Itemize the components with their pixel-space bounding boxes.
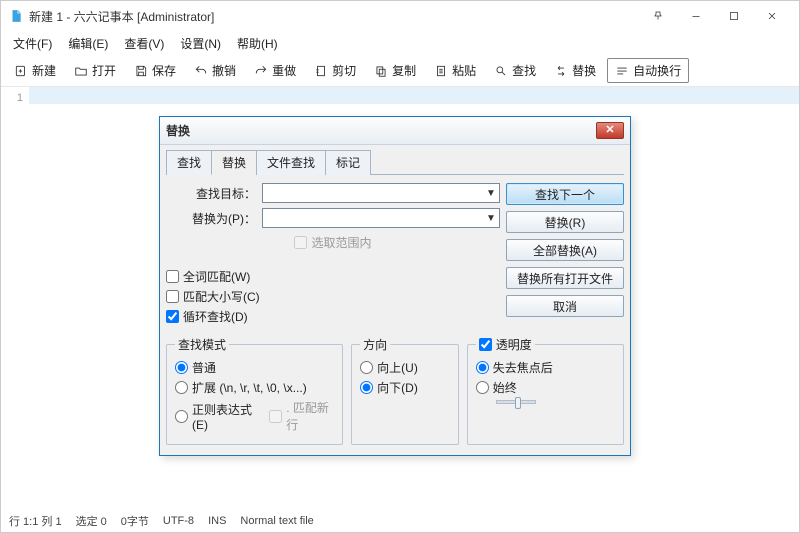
- new-button[interactable]: 新建: [7, 59, 63, 82]
- line-gutter: 1: [1, 87, 29, 512]
- find-next-button[interactable]: 查找下一个: [506, 183, 624, 205]
- match-newline-checkbox: . 匹配新行: [269, 399, 334, 433]
- in-selection-checkbox: 选取范围内: [294, 234, 371, 251]
- transparency-slider[interactable]: [496, 400, 536, 404]
- undo-button[interactable]: 撤销: [187, 59, 243, 82]
- dir-up-radio[interactable]: 向上(U): [360, 359, 450, 376]
- close-button[interactable]: [753, 3, 791, 29]
- cut-button[interactable]: 剪切: [307, 59, 363, 82]
- mode-extended-radio[interactable]: 扩展 (\n, \r, \t, \0, \x...): [175, 379, 334, 396]
- menu-view[interactable]: 查看(V): [116, 33, 172, 54]
- status-insert-mode: INS: [208, 515, 226, 527]
- find-label: 查找: [512, 62, 536, 79]
- titlebar: 新建 1 - 六六记事本 [Administrator]: [1, 1, 799, 31]
- status-position: 行 1:1 列 1: [9, 513, 62, 529]
- dialog-close-button[interactable]: ✕: [596, 122, 624, 139]
- dialog-title: 替换: [166, 122, 190, 139]
- maximize-button[interactable]: [715, 3, 753, 29]
- statusbar: 行 1:1 列 1 选定 0 0字节 UTF-8 INS Normal text…: [1, 510, 799, 532]
- replace-one-button[interactable]: 替换(R): [506, 211, 624, 233]
- replace-dialog: 替换 ✕ 查找 替换 文件查找 标记 查找目标： ▼ 替换为(P)： ▼ 选取范…: [159, 116, 631, 456]
- document-icon: [9, 9, 23, 23]
- tab-replace[interactable]: 替换: [211, 150, 257, 175]
- window-title: 新建 1 - 六六记事本 [Administrator]: [29, 8, 214, 25]
- dialog-titlebar[interactable]: 替换 ✕: [160, 117, 630, 145]
- paste-button[interactable]: 粘贴: [427, 59, 483, 82]
- undo-label: 撤销: [212, 62, 236, 79]
- toolbar: 新建 打开 保存 撤销 重做 剪切 复制 粘贴 查找 替换 自动换行: [1, 55, 799, 87]
- dir-down-radio[interactable]: 向下(D): [360, 379, 450, 396]
- mode-regex-radio[interactable]: 正则表达式(E): [175, 399, 259, 433]
- tab-find[interactable]: 查找: [166, 150, 212, 175]
- open-button[interactable]: 打开: [67, 59, 123, 82]
- status-bytes: 0字节: [121, 513, 149, 529]
- save-label: 保存: [152, 62, 176, 79]
- line-number: 1: [1, 90, 23, 106]
- new-label: 新建: [32, 62, 56, 79]
- tab-mark[interactable]: 标记: [325, 150, 371, 175]
- save-button[interactable]: 保存: [127, 59, 183, 82]
- minimize-button[interactable]: [677, 3, 715, 29]
- redo-label: 重做: [272, 62, 296, 79]
- trans-always-radio[interactable]: 始终: [476, 379, 615, 396]
- status-filetype: Normal text file: [240, 515, 313, 527]
- find-target-input[interactable]: ▼: [262, 183, 500, 203]
- direction-legend: 方向: [360, 336, 390, 353]
- dropdown-arrow-icon[interactable]: ▼: [483, 213, 499, 224]
- replace-label: 替换: [572, 62, 596, 79]
- search-mode-group: 查找模式 普通 扩展 (\n, \r, \t, \0, \x...) 正则表达式…: [166, 336, 343, 445]
- copy-label: 复制: [392, 62, 416, 79]
- tab-file-find[interactable]: 文件查找: [256, 150, 326, 175]
- status-encoding: UTF-8: [163, 515, 194, 527]
- current-line-highlight: [29, 87, 799, 104]
- find-target-label: 查找目标：: [166, 185, 256, 202]
- menu-edit[interactable]: 编辑(E): [60, 33, 116, 54]
- replace-button[interactable]: 替换: [547, 59, 603, 82]
- mode-normal-radio[interactable]: 普通: [175, 359, 334, 376]
- replace-with-input[interactable]: ▼: [262, 208, 500, 228]
- redo-button[interactable]: 重做: [247, 59, 303, 82]
- dialog-body: 查找 替换 文件查找 标记 查找目标： ▼ 替换为(P)： ▼ 选取范围内 全词…: [160, 145, 630, 455]
- find-button[interactable]: 查找: [487, 59, 543, 82]
- replace-all-open-button[interactable]: 替换所有打开文件: [506, 267, 624, 289]
- menu-help[interactable]: 帮助(H): [229, 33, 286, 54]
- match-case-checkbox[interactable]: 匹配大小写(C): [166, 288, 500, 305]
- replace-all-button[interactable]: 全部替换(A): [506, 239, 624, 261]
- transparency-group: 透明度 失去焦点后 始终: [467, 336, 624, 445]
- slider-thumb[interactable]: [515, 397, 521, 409]
- search-mode-legend: 查找模式: [175, 336, 229, 353]
- copy-button[interactable]: 复制: [367, 59, 423, 82]
- cancel-button[interactable]: 取消: [506, 295, 624, 317]
- trans-onlose-radio[interactable]: 失去焦点后: [476, 359, 615, 376]
- wrap-label: 自动换行: [633, 62, 681, 79]
- transparency-legend[interactable]: 透明度: [476, 336, 535, 353]
- dropdown-arrow-icon[interactable]: ▼: [483, 188, 499, 199]
- wrap-button[interactable]: 自动换行: [607, 58, 689, 83]
- status-selection: 选定 0: [76, 513, 107, 529]
- cut-label: 剪切: [332, 62, 356, 79]
- text-content[interactable]: [29, 87, 799, 104]
- replace-with-label: 替换为(P)：: [166, 210, 256, 227]
- wrap-around-checkbox[interactable]: 循环查找(D): [166, 308, 500, 325]
- dialog-tabs: 查找 替换 文件查找 标记: [166, 149, 624, 175]
- paste-label: 粘贴: [452, 62, 476, 79]
- menu-file[interactable]: 文件(F): [5, 33, 60, 54]
- menu-settings[interactable]: 设置(N): [172, 33, 229, 54]
- open-label: 打开: [92, 62, 116, 79]
- whole-word-checkbox[interactable]: 全词匹配(W): [166, 268, 500, 285]
- menubar: 文件(F) 编辑(E) 查看(V) 设置(N) 帮助(H): [1, 31, 799, 55]
- direction-group: 方向 向上(U) 向下(D): [351, 336, 459, 445]
- pin-button[interactable]: [639, 3, 677, 29]
